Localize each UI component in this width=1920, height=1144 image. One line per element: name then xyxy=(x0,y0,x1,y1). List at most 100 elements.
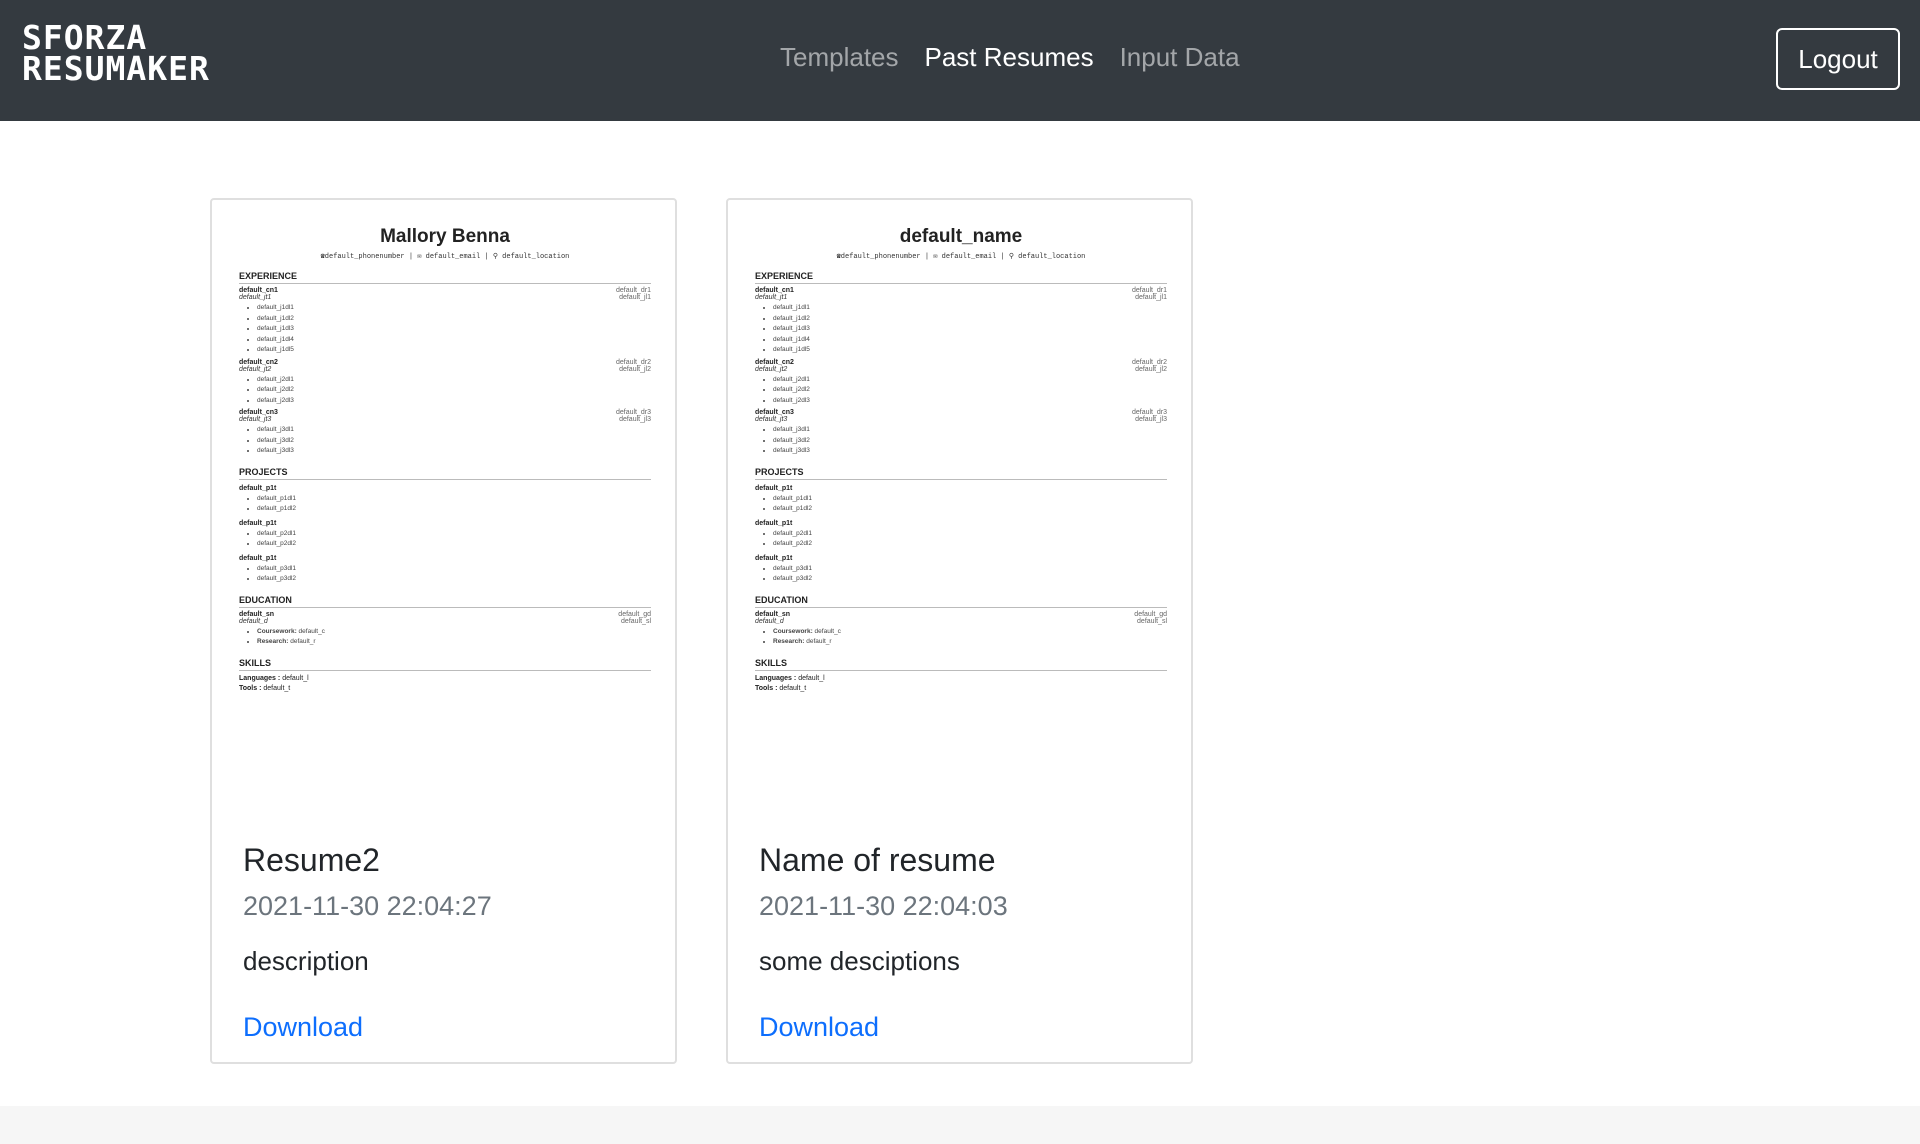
preview-list-item: default_j1dl3 xyxy=(257,324,651,335)
preview-list-item: default_j2dl1 xyxy=(773,375,1167,386)
preview-section-projects: PROJECTS xyxy=(239,467,651,480)
preview-section-education: EDUCATION xyxy=(755,595,1167,608)
card-date: 2021-11-30 22:04:03 xyxy=(759,891,1008,921)
preview-project-list: default_p1dl1default_p1dl2 xyxy=(239,494,651,515)
preview-list-item: default_j3dl3 xyxy=(257,446,651,457)
preview-list-item: default_j2dl2 xyxy=(773,385,1167,396)
brand-line-2: RESUMAKER xyxy=(22,49,210,88)
preview-list-item: default_j1dl5 xyxy=(257,345,651,356)
preview-contact: ☎default_phonenumber | ✉ default_email |… xyxy=(836,253,1086,261)
download-link[interactable]: Download xyxy=(759,1012,879,1042)
brand-logo[interactable]: SFORZA RESUMAKER xyxy=(22,21,210,88)
card-body: Resume2 2021-11-30 22:04:27 description … xyxy=(243,840,655,1044)
preview-job-list: default_j2dl1default_j2dl2default_j2dl3 xyxy=(755,375,1167,407)
preview-list-item: default_p2dl1 xyxy=(257,529,651,540)
resume-card: default_name ☎default_phonenumber | ✉ de… xyxy=(726,198,1193,1064)
preview-job-row: default_cn3 default_dr3 xyxy=(239,409,651,416)
preview-project-list: default_p2dl1default_p2dl2 xyxy=(239,529,651,550)
preview-edu-row2: default_d default_sl xyxy=(239,617,651,625)
preview-project-title: default_p1t xyxy=(755,519,793,527)
preview-edu-list: Coursework: default_c Research: default_… xyxy=(755,627,1167,648)
preview-project-title: default_p1t xyxy=(239,519,277,527)
nav-input-data[interactable]: Input Data xyxy=(1120,42,1240,73)
preview-project-title: default_p1t xyxy=(755,484,793,492)
preview-list-item: default_j3dl1 xyxy=(257,425,651,436)
card-date: 2021-11-30 22:04:27 xyxy=(243,891,492,921)
preview-jobs: default_cn1 default_dr1 default_jt1 default… xyxy=(755,287,1167,457)
preview-list-item: default_j2dl2 xyxy=(257,385,651,396)
preview-list-item: default_j3dl3 xyxy=(773,446,1167,457)
card-description: description xyxy=(243,946,369,976)
preview-contact: ☎default_phonenumber | ✉ default_email |… xyxy=(320,253,570,261)
preview-section-projects: PROJECTS xyxy=(755,467,1167,480)
preview-skills-languages: Languages : default_l xyxy=(755,674,825,682)
card-title: Name of resume xyxy=(759,842,996,878)
footer xyxy=(0,1106,1920,1144)
card-title: Resume2 xyxy=(243,842,380,878)
preview-section-education: EDUCATION xyxy=(239,595,651,608)
preview-job-row: default_cn1 default_dr1 xyxy=(239,287,651,294)
preview-edu-list: Coursework: default_c Research: default_… xyxy=(239,627,651,648)
preview-project-list: default_p3dl1default_p3dl2 xyxy=(755,564,1167,585)
preview-project-title: default_p1t xyxy=(755,554,793,562)
preview-list-item: default_p3dl2 xyxy=(257,574,651,585)
preview-list-item: default_j1dl4 xyxy=(257,335,651,346)
preview-list-item: default_p1dl2 xyxy=(257,504,651,515)
preview-project-title: default_p1t xyxy=(239,554,277,562)
preview-list-item: default_p1dl2 xyxy=(773,504,1167,515)
preview-job-title-row: default_jt1 default_jl1 xyxy=(755,294,1167,301)
preview-list-item: default_j1dl1 xyxy=(773,303,1167,314)
preview-job-row: default_cn2 default_dr2 xyxy=(239,358,651,366)
download-link[interactable]: Download xyxy=(243,1012,363,1042)
preview-list-item: default_j1dl1 xyxy=(257,303,651,314)
nav-templates[interactable]: Templates xyxy=(780,42,899,73)
preview-list-item: default_p3dl2 xyxy=(773,574,1167,585)
preview-job-list: default_j1dl1default_j1dl2default_j1dl3d… xyxy=(239,303,651,356)
preview-projects: default_p1tdefault_p1dl1default_p1dl2def… xyxy=(239,485,651,585)
preview-job-row: default_cn1 default_dr1 xyxy=(755,287,1167,294)
resume-preview-image: default_name ☎default_phonenumber | ✉ de… xyxy=(728,200,1191,810)
preview-section-experience: EXPERIENCE xyxy=(239,271,651,284)
navbar: SFORZA RESUMAKER Templates Past Resumes … xyxy=(0,0,1920,121)
preview-name: default_name xyxy=(899,226,1023,247)
preview-list-item: default_p1dl1 xyxy=(773,494,1167,505)
preview-skills-tools: Tools : default_t xyxy=(239,684,291,692)
preview-project-list: default_p2dl1default_p2dl2 xyxy=(755,529,1167,550)
preview-list-item: default_p2dl2 xyxy=(257,539,651,550)
card-description: some desciptions xyxy=(759,946,960,976)
preview-job-title-row: default_jt3 default_jl3 xyxy=(239,416,651,423)
preview-list-item: default_j2dl3 xyxy=(773,396,1167,407)
preview-job-row: default_cn3 default_dr3 xyxy=(755,409,1167,416)
preview-edu-row: default_sn default_gd xyxy=(755,610,1167,618)
preview-list-item: default_j2dl3 xyxy=(257,396,651,407)
preview-project-list: default_p3dl1default_p3dl2 xyxy=(239,564,651,585)
preview-skills-tools: Tools : default_t xyxy=(755,684,807,692)
preview-jobs: default_cn1 default_dr1 default_jt1 default… xyxy=(239,287,651,457)
nav-past-resumes[interactable]: Past Resumes xyxy=(925,42,1094,73)
preview-job-list: default_j2dl1default_j2dl2default_j2dl3 xyxy=(239,375,651,407)
preview-list-item: default_j1dl4 xyxy=(773,335,1167,346)
preview-list-item: default_j1dl3 xyxy=(773,324,1167,335)
preview-list-item: default_p2dl1 xyxy=(773,529,1167,540)
preview-list-item: default_p3dl1 xyxy=(257,564,651,575)
resume-preview-image: Mallory Benna ☎default_phonenumber | ✉ d… xyxy=(212,200,675,810)
preview-job-list: default_j1dl1default_j1dl2default_j1dl3d… xyxy=(755,303,1167,356)
preview-list-item: default_j3dl2 xyxy=(257,436,651,447)
preview-section-skills: SKILLS xyxy=(755,658,1167,671)
preview-list-item: default_j1dl2 xyxy=(773,314,1167,325)
preview-job-title-row: default_jt3 default_jl3 xyxy=(755,416,1167,423)
preview-job-list: default_j3dl1default_j3dl2default_j3dl3 xyxy=(239,425,651,457)
preview-list-item: default_j1dl5 xyxy=(773,345,1167,356)
preview-project-list: default_p1dl1default_p1dl2 xyxy=(755,494,1167,515)
preview-list-item: default_p2dl2 xyxy=(773,539,1167,550)
preview-list-item: default_p3dl1 xyxy=(773,564,1167,575)
logout-button[interactable]: Logout xyxy=(1776,28,1900,90)
card-body: Name of resume 2021-11-30 22:04:03 some … xyxy=(759,840,1171,1044)
preview-list-item: default_p1dl1 xyxy=(257,494,651,505)
preview-list-item: default_j3dl1 xyxy=(773,425,1167,436)
preview-job-title-row: default_jt2 default_jl2 xyxy=(239,365,651,373)
preview-skills-languages: Languages : default_l xyxy=(239,674,309,682)
preview-job-list: default_j3dl1default_j3dl2default_j3dl3 xyxy=(755,425,1167,457)
preview-list-item: default_j1dl2 xyxy=(257,314,651,325)
preview-project-title: default_p1t xyxy=(239,484,277,492)
